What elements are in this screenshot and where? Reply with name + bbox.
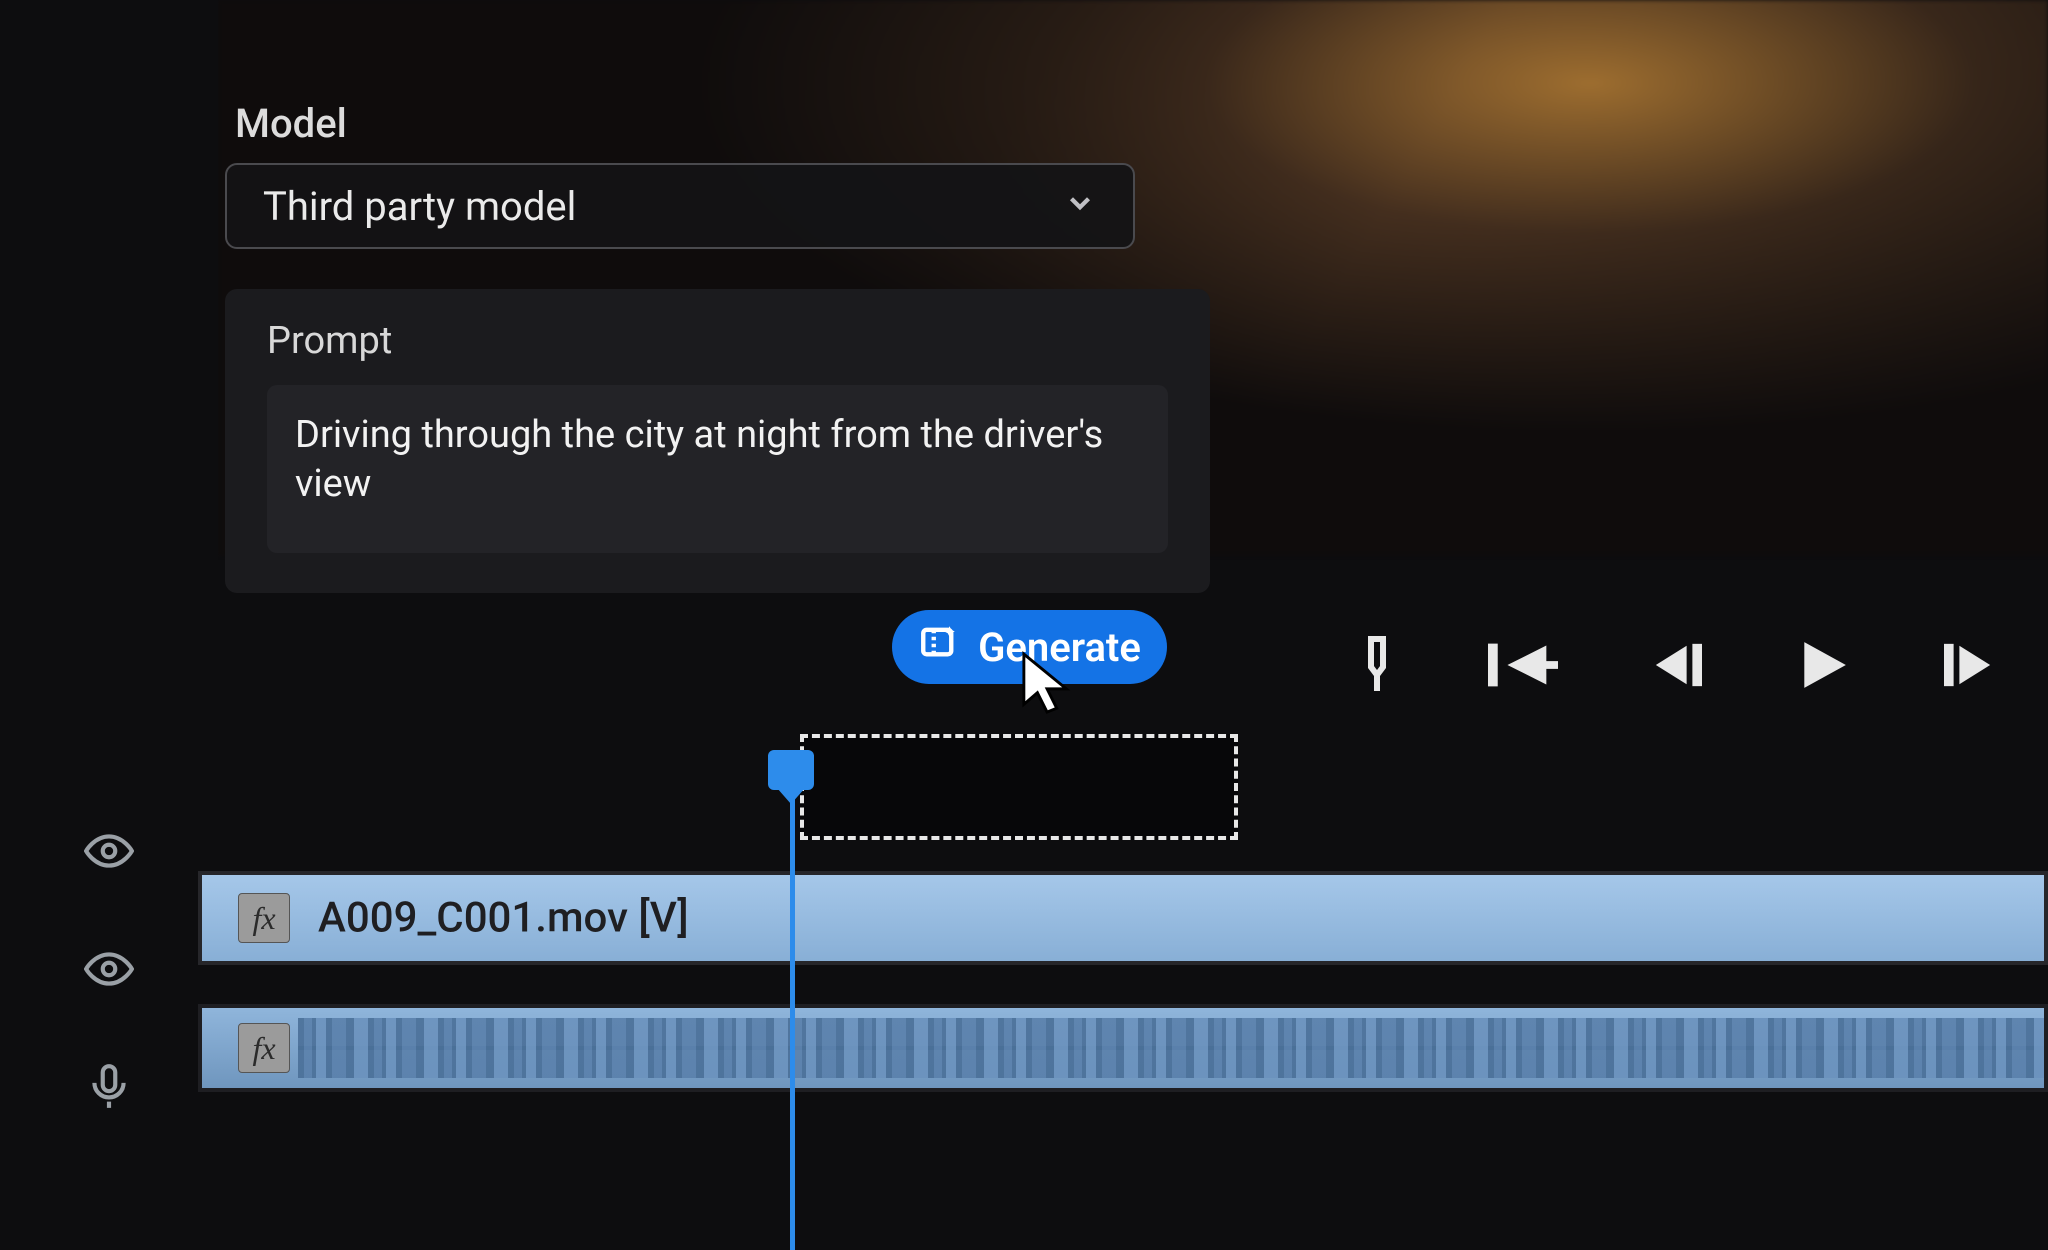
prompt-section: Prompt Driving through the city at night… <box>225 289 1210 593</box>
audio-track-clip[interactable]: fx <box>198 1004 2048 1092</box>
mouse-cursor <box>1020 650 1078 724</box>
transport-controls <box>1356 610 2048 720</box>
eye-icon[interactable] <box>84 944 134 994</box>
step-forward-icon[interactable] <box>1940 640 1998 690</box>
chevron-down-icon <box>1063 183 1097 230</box>
prompt-text: Driving through the city at night from t… <box>295 413 1103 506</box>
add-marker-icon[interactable] <box>1356 635 1398 695</box>
prompt-input[interactable]: Driving through the city at night from t… <box>267 385 1168 553</box>
eye-icon[interactable] <box>84 826 134 876</box>
generative-ai-panel: Model Third party model Prompt Driving t… <box>225 100 1220 593</box>
generate-sparkle-icon <box>918 621 960 673</box>
step-back-icon[interactable] <box>1648 640 1706 690</box>
model-dropdown-value: Third party model <box>263 183 576 230</box>
insert-placeholder[interactable] <box>800 734 1238 840</box>
fx-badge[interactable]: fx <box>238 893 290 943</box>
prompt-label: Prompt <box>267 319 1168 363</box>
fx-badge[interactable]: fx <box>238 1023 290 1073</box>
microphone-icon[interactable] <box>84 1062 134 1112</box>
track-header-column <box>0 0 218 1152</box>
clip-name: A009_C001.mov [V] <box>318 894 689 943</box>
model-label: Model <box>225 100 1220 147</box>
video-track-clip[interactable]: fx A009_C001.mov [V] <box>198 871 2048 965</box>
play-icon[interactable] <box>1796 638 1850 692</box>
playhead-line <box>790 750 795 1250</box>
go-to-in-icon[interactable] <box>1488 638 1558 692</box>
timeline[interactable]: fx A009_C001.mov [V] fx <box>198 734 2048 1152</box>
model-dropdown[interactable]: Third party model <box>225 163 1135 249</box>
